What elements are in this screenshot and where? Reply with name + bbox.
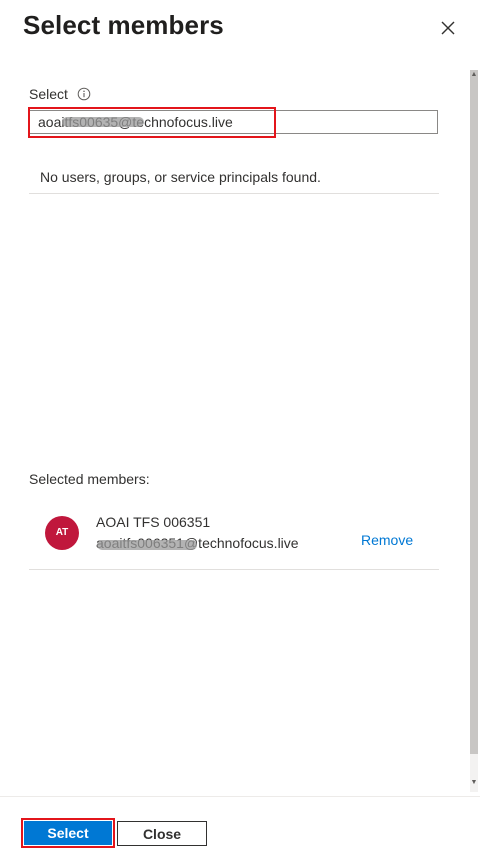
vertical-scrollbar[interactable]: ▲ ▼ xyxy=(468,70,480,792)
no-results-message: No users, groups, or service principals … xyxy=(40,169,321,185)
scroll-up-arrow-icon[interactable]: ▲ xyxy=(470,70,478,80)
selected-member-row: AT AOAI TFS 006351 aoaitfs006351@technof… xyxy=(29,500,439,568)
remove-member-link[interactable]: Remove xyxy=(361,532,413,548)
select-members-panel: Select members ▲ ▼ Select No users, grou… xyxy=(0,0,480,854)
selected-divider xyxy=(29,569,439,570)
member-search-input[interactable] xyxy=(29,110,438,134)
panel-title: Select members xyxy=(23,10,224,40)
selected-members-label: Selected members: xyxy=(29,471,150,487)
scrollbar-thumb[interactable] xyxy=(470,70,478,754)
member-name: AOAI TFS 006351 xyxy=(96,514,211,530)
avatar: AT xyxy=(45,516,79,550)
member-email: aoaitfs006351@technofocus.live xyxy=(96,535,299,551)
panel-footer: Select Close xyxy=(0,796,480,854)
close-button[interactable]: Close xyxy=(117,821,207,846)
close-icon[interactable] xyxy=(436,16,460,40)
results-divider xyxy=(29,193,439,194)
select-field-label: Select xyxy=(29,86,68,102)
info-icon[interactable] xyxy=(77,87,91,101)
scroll-down-arrow-icon[interactable]: ▼ xyxy=(470,778,478,788)
select-button[interactable]: Select xyxy=(24,821,112,845)
